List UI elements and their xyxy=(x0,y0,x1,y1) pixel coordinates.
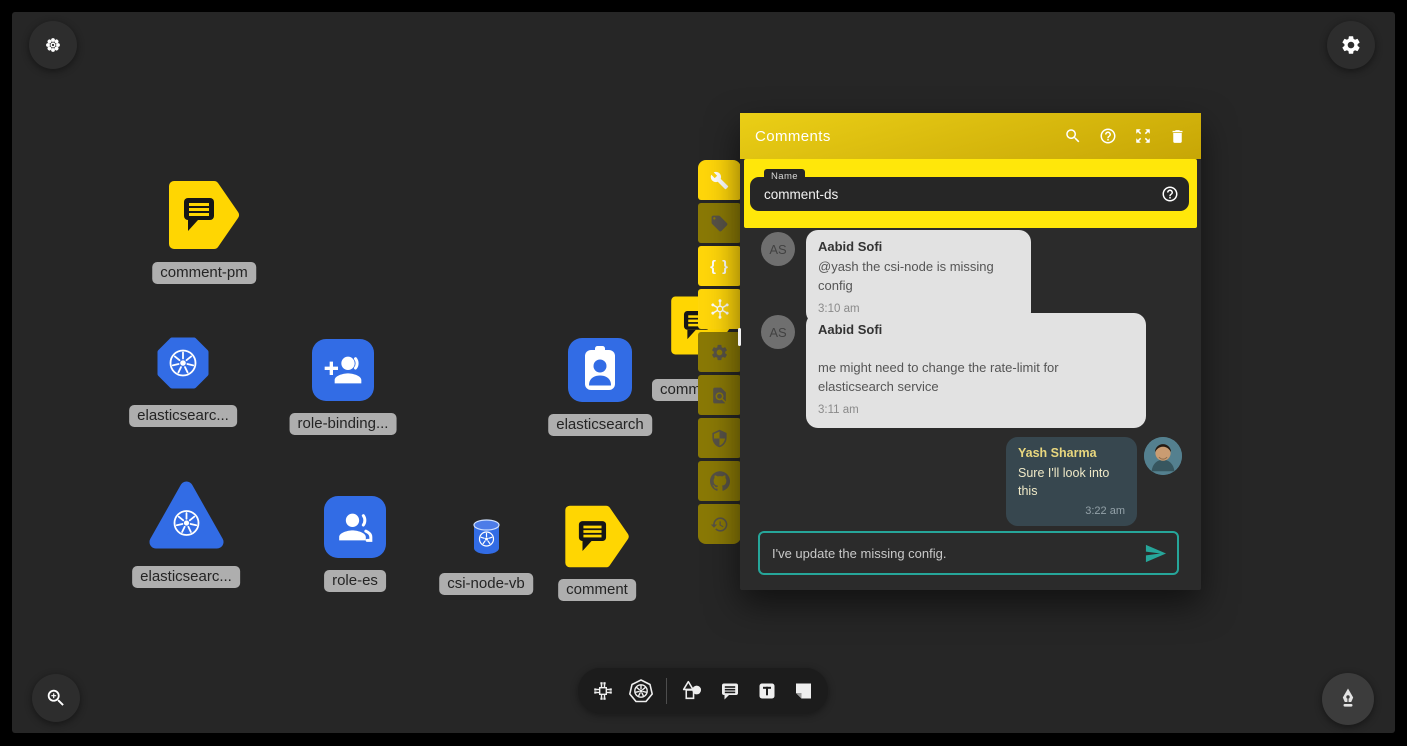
node-elasticsearch-triangle[interactable] xyxy=(148,479,225,560)
node-label: csi-node-vb xyxy=(439,573,533,595)
shapes-icon[interactable] xyxy=(680,678,705,703)
message-time: 3:22 am xyxy=(1018,505,1125,517)
settings-button[interactable] xyxy=(1327,21,1375,69)
comments-panel: Comments Name AS Aabid Sofi @yash the cs… xyxy=(740,113,1201,590)
message-author: Aabid Sofi xyxy=(818,239,1019,254)
message-author: Yash Sharma xyxy=(1018,446,1125,460)
canvas-tools-toolbar xyxy=(578,668,828,713)
text-icon[interactable] xyxy=(755,679,779,703)
comment-shape-icon xyxy=(564,503,630,570)
node-label: elasticsearc... xyxy=(129,405,237,427)
person-photo-icon xyxy=(1144,437,1182,475)
configure-wrench-button[interactable] xyxy=(698,160,741,200)
avatar: AS xyxy=(761,232,795,266)
wrench-icon xyxy=(710,171,729,190)
node-label: comment-pm xyxy=(152,262,256,284)
gear-icon xyxy=(1340,34,1362,56)
panel-actions xyxy=(1064,127,1186,145)
id-badge-icon xyxy=(568,338,632,402)
name-field[interactable]: Name xyxy=(750,177,1189,211)
node-label: role-binding... xyxy=(290,413,397,435)
tag-button[interactable] xyxy=(698,203,741,243)
node-elasticsearch-octagon[interactable] xyxy=(155,335,211,396)
node-csi-node-vb[interactable] xyxy=(470,517,503,561)
comment-icon[interactable] xyxy=(718,679,742,703)
tag-icon xyxy=(710,214,729,233)
chat-message: Aabid Sofi @yash the csi-node is missing… xyxy=(806,230,1031,324)
chat-message: Aabid Sofi me might need to change the r… xyxy=(806,313,1146,428)
node-action-toolbar: { } xyxy=(698,160,741,547)
panel-title: Comments xyxy=(755,128,831,145)
node-role-es[interactable] xyxy=(324,496,386,558)
pen-nib-icon xyxy=(1335,686,1361,712)
comment-shape-icon xyxy=(168,178,240,252)
people-icon xyxy=(335,507,375,547)
app-window: comment-pm elasticsearc... role-binding.… xyxy=(0,0,1407,746)
message-text: @yash the csi-node is missing config xyxy=(818,258,1019,296)
comment-input[interactable] xyxy=(760,533,1133,573)
settings-button[interactable] xyxy=(698,332,741,372)
node-label: role-es xyxy=(324,570,386,592)
node-elasticsearch-serviceaccount[interactable] xyxy=(568,338,632,402)
mesh-hub-button[interactable] xyxy=(698,289,741,329)
message-text: me might need to change the rate-limit f… xyxy=(818,359,1134,397)
history-button[interactable] xyxy=(698,504,741,544)
inspect-doc-button[interactable] xyxy=(698,375,741,415)
message-text: Sure I'll look into this xyxy=(1018,464,1125,500)
braces-icon: { } xyxy=(710,258,729,275)
security-shield-button[interactable] xyxy=(698,418,741,458)
delete-icon[interactable] xyxy=(1169,128,1186,145)
doc-search-icon xyxy=(710,386,729,405)
expand-icon[interactable] xyxy=(1134,127,1152,145)
avatar: AS xyxy=(761,315,795,349)
node-comment[interactable] xyxy=(564,503,630,575)
person-add-icon xyxy=(323,350,363,390)
toolbar-divider xyxy=(666,678,667,704)
graph-icon[interactable] xyxy=(591,679,615,703)
kubernetes-octagon-icon xyxy=(155,335,211,391)
node-comment-pm[interactable] xyxy=(168,178,240,257)
message-time: 3:11 am xyxy=(818,404,1134,416)
node-label: comment xyxy=(558,579,636,601)
node-label: elasticsearch xyxy=(548,414,652,436)
kubernetes-icon[interactable] xyxy=(628,678,654,704)
avatar-photo xyxy=(1144,437,1182,475)
message-gap xyxy=(818,337,1134,355)
hub-icon xyxy=(709,298,731,320)
kubernetes-triangle-icon xyxy=(148,479,225,555)
send-icon[interactable] xyxy=(1144,542,1167,565)
comments-panel-header[interactable]: Comments xyxy=(740,113,1201,159)
name-input[interactable] xyxy=(750,177,1189,211)
zoom-in-icon xyxy=(45,687,67,709)
json-braces-button[interactable]: { } xyxy=(698,246,741,286)
zoom-button[interactable] xyxy=(32,674,80,722)
comment-composer[interactable] xyxy=(758,531,1179,575)
help-icon[interactable] xyxy=(1099,127,1117,145)
search-icon[interactable] xyxy=(1064,127,1082,145)
message-author: Aabid Sofi xyxy=(818,322,1134,337)
app-menu-button[interactable] xyxy=(29,21,77,69)
gear-icon xyxy=(710,343,729,362)
note-icon[interactable] xyxy=(791,679,815,703)
github-button[interactable] xyxy=(698,461,741,501)
storage-cylinder-icon xyxy=(470,517,503,556)
node-role-binding[interactable] xyxy=(312,339,374,401)
draw-button[interactable] xyxy=(1322,673,1374,725)
help-icon[interactable] xyxy=(1161,185,1179,203)
github-icon xyxy=(710,471,730,491)
chat-message: Yash Sharma Sure I'll look into this 3:2… xyxy=(1006,437,1137,526)
comments-scrollbar-thumb[interactable] xyxy=(738,328,741,346)
name-field-section: Name xyxy=(744,159,1197,228)
flower-logo-icon xyxy=(43,35,63,55)
shield-icon xyxy=(710,429,729,448)
history-icon xyxy=(710,515,729,534)
node-label: elasticsearc... xyxy=(132,566,240,588)
